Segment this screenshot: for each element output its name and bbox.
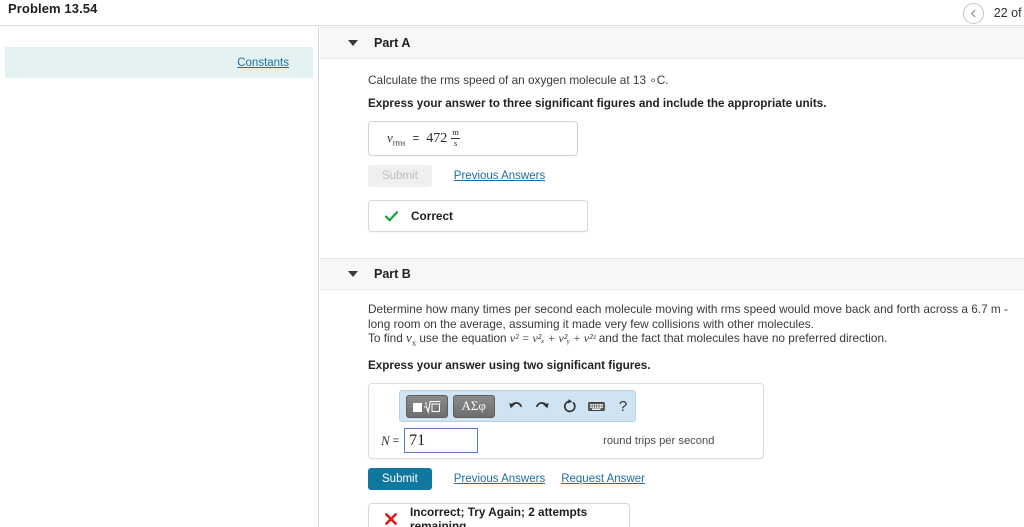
part-b-answer-row: N = round trips per second (381, 428, 753, 454)
part-b-prompt-line3-mid: use the equation (416, 331, 510, 345)
part-a-header[interactable]: Part A (320, 27, 1024, 59)
constants-link[interactable]: Constants (237, 57, 289, 69)
page-counter: 22 of 5 (993, 6, 1024, 20)
part-a-instruction: Express your answer to three significant… (368, 97, 827, 110)
constants-bar: Constants (5, 47, 313, 78)
part-b-equals-sign: = (392, 434, 400, 447)
part-a-label: Part A (374, 36, 411, 50)
part-a-equals-sign: = (412, 132, 420, 145)
undo-arrow-icon[interactable] (504, 394, 528, 418)
keyboard-icon[interactable] (584, 394, 608, 418)
part-a-answer-value: 472 (426, 130, 448, 146)
part-b-variable-label: N (381, 432, 390, 448)
pagination-controls: 22 of 5 (962, 0, 1024, 26)
part-b-header[interactable]: Part B (320, 258, 1024, 290)
part-b-instruction: Express your answer using two significan… (368, 359, 651, 373)
part-b-actions: Submit Previous Answers Request Answer (368, 468, 1024, 491)
chevron-left-icon (969, 9, 978, 18)
part-a-submit-button[interactable]: Submit (368, 165, 432, 187)
page-title: Problem 13.54 (8, 1, 98, 16)
part-b-submit-button[interactable]: Submit (368, 468, 432, 491)
part-b-prompt-line3-post: and the fact that molecules have no pref… (595, 331, 888, 345)
part-a-feedback-banner: Correct (368, 200, 588, 232)
part-a-feedback-text: Correct (411, 209, 453, 223)
part-b-answer-input[interactable] (404, 428, 479, 454)
part-a-unit-fraction: m s (451, 127, 460, 148)
part-b-answer-widget: n ΑΣφ ? N = 71 round trips per second (368, 383, 764, 460)
main-content: Part A Calculate the rms speed of an oxy… (320, 27, 1024, 527)
check-mark-icon (385, 210, 398, 222)
reset-circle-icon[interactable] (557, 394, 581, 418)
caret-down-icon (348, 40, 358, 46)
cross-mark-icon (385, 513, 397, 525)
math-template-icon[interactable]: n (406, 394, 448, 418)
redo-arrow-icon[interactable] (530, 394, 554, 418)
part-b-feedback-banner: Incorrect; Try Again; 2 attempts remaini… (368, 503, 630, 527)
part-b-prompt: Determine how many times per second each… (368, 302, 1024, 350)
part-b-body: Determine how many times per second each… (320, 302, 1024, 527)
part-b-unit-label: round trips per second (603, 434, 715, 447)
greek-symbols-button[interactable]: ΑΣφ (452, 394, 495, 418)
previous-problem-button[interactable] (962, 2, 984, 24)
top-bar: Problem 13.54 22 of 5 (0, 0, 1024, 26)
part-b-equation: v² = v²ₓ + v²ᵧ + v²ᶻ (509, 331, 596, 345)
part-a-answer-field[interactable]: vrms = 472 m s (368, 121, 578, 156)
part-b-previous-answers-link[interactable]: Previous Answers (454, 473, 545, 485)
part-b-prompt-line3-pre: To find (368, 331, 407, 345)
part-b-request-answer-link[interactable]: Request Answer (561, 473, 645, 485)
part-b-label: Part B (374, 267, 411, 281)
part-b-vx-symbol: vx (406, 330, 417, 348)
left-sidebar: Constants (0, 27, 319, 527)
caret-down-icon (348, 271, 358, 277)
part-b-feedback-text: Incorrect; Try Again; 2 attempts remaini… (410, 505, 588, 527)
part-a-prompt: Calculate the rms speed of an oxygen mol… (368, 73, 669, 87)
part-a-actions: Submit Previous Answers (368, 165, 1024, 187)
part-b-prompt-line2: assuming it made very few collisions wit… (509, 316, 814, 331)
part-a-variable-label: vrms (387, 129, 406, 148)
help-icon[interactable]: ? (611, 394, 635, 418)
math-entry-toolbar: n ΑΣφ ? (399, 390, 636, 423)
part-a-body: Calculate the rms speed of an oxygen mol… (320, 73, 1024, 232)
part-a-previous-answers-link[interactable]: Previous Answers (454, 170, 545, 182)
